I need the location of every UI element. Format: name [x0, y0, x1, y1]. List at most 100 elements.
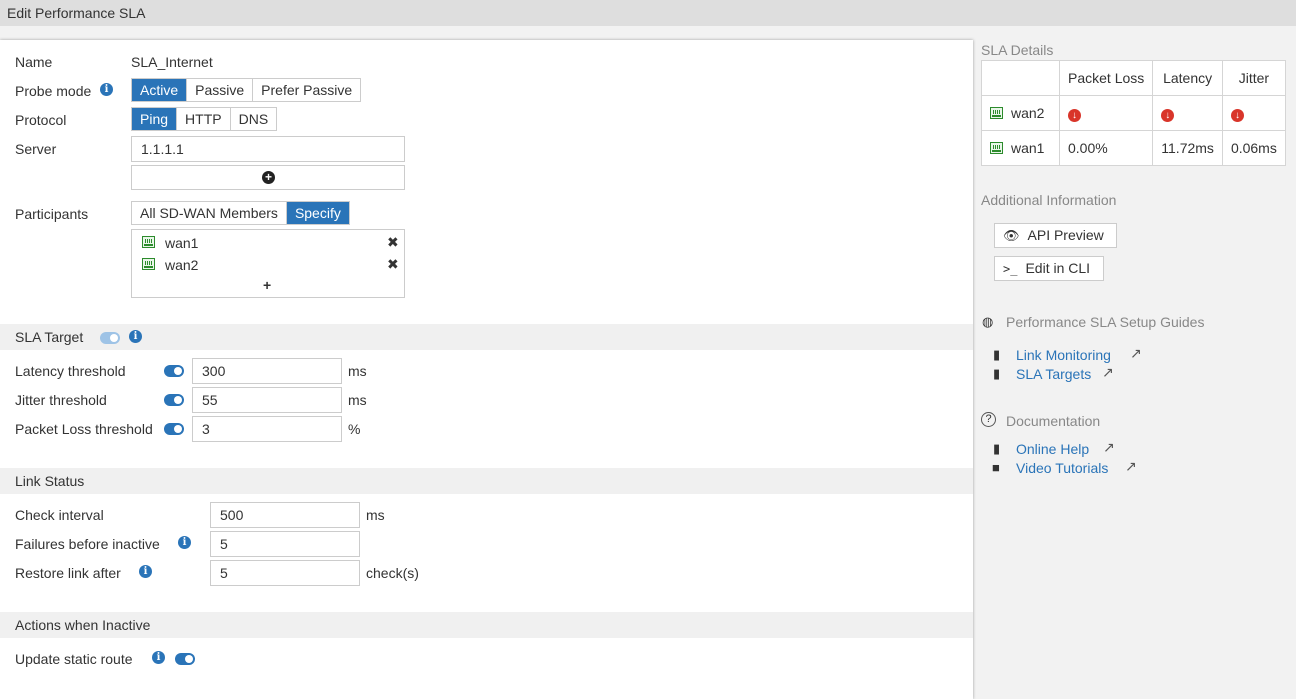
probe-mode-prefer-passive[interactable]: Prefer Passive [253, 79, 360, 101]
video-tutorials-link[interactable]: Video Tutorials [1016, 460, 1108, 476]
online-help-link[interactable]: Online Help [1016, 441, 1089, 457]
book-icon: ▮ [993, 441, 1001, 456]
jitter-threshold-toggle[interactable] [164, 394, 184, 406]
update-static-route-label: Update static route [15, 651, 133, 667]
sla-details-table: Packet Loss Latency Jitter wan2 ↓ ↓ ↓ wa… [981, 60, 1286, 166]
table-cell-interface: wan2 [981, 95, 1060, 131]
latency-threshold-toggle[interactable] [164, 365, 184, 377]
section-sla-target: SLA Target i [0, 324, 973, 350]
check-interval-label: Check interval [15, 507, 104, 523]
eye-icon: 👁 [1003, 228, 1020, 243]
probe-mode-label: Probe mode [15, 83, 92, 99]
packet-loss-threshold-label: Packet Loss threshold [15, 421, 153, 437]
participants-label: Participants [15, 206, 89, 222]
table-header: Packet Loss [1058, 60, 1154, 96]
update-static-route-toggle[interactable] [175, 653, 195, 665]
window-title: Edit Performance SLA [7, 5, 146, 21]
participants-selector: All SD-WAN Members Specify [131, 201, 350, 225]
restore-link-after-label: Restore link after [15, 565, 121, 581]
check-interval-input[interactable]: 500 [210, 502, 360, 528]
participants-specify[interactable]: Specify [286, 202, 349, 224]
protocol-dns[interactable]: DNS [231, 108, 277, 130]
table-header-row: Packet Loss Latency Jitter [981, 60, 1286, 96]
interface-name: wan2 [1011, 105, 1045, 121]
protocol-ping[interactable]: Ping [132, 108, 178, 130]
server-input[interactable]: 1.1.1.1 [131, 136, 405, 162]
name-label: Name [15, 54, 53, 70]
add-participant-button[interactable]: + [263, 277, 271, 293]
sla-target-toggle[interactable] [100, 332, 120, 344]
check-interval-unit: ms [366, 507, 385, 523]
failures-before-inactive-input[interactable]: 5 [210, 531, 360, 557]
latency-unit: ms [348, 363, 367, 379]
add-server-button[interactable]: + [131, 165, 405, 190]
status-down-icon: ↓ [1230, 108, 1244, 122]
participant-item: wan2 [165, 257, 199, 273]
interface-port-icon [142, 258, 155, 270]
info-icon[interactable]: i [129, 330, 142, 343]
probe-mode-active[interactable]: Active [132, 79, 188, 101]
table-header: Latency [1152, 60, 1223, 96]
protocol-label: Protocol [15, 112, 67, 128]
packet-loss-unit: % [348, 421, 361, 437]
remove-icon[interactable]: ✖ [387, 234, 399, 251]
edit-form-panel: Name SLA_Internet Probe mode i Active Pa… [0, 40, 973, 699]
protocol-http[interactable]: HTTP [177, 108, 231, 130]
jitter-threshold-input[interactable]: 55 [192, 387, 342, 413]
sla-details-title: SLA Details [981, 42, 1054, 58]
external-link-icon[interactable]: ↗ [1125, 458, 1137, 475]
restore-link-after-input[interactable]: 5 [210, 560, 360, 586]
packet-loss-threshold-toggle[interactable] [164, 423, 184, 435]
packet-loss-threshold-input[interactable]: 3 [192, 416, 342, 442]
jitter-unit: ms [348, 392, 367, 408]
protocol-selector: Ping HTTP DNS [131, 107, 278, 131]
failures-before-inactive-label: Failures before inactive [15, 536, 160, 552]
section-link-status: Link Status [0, 468, 973, 494]
guides-title: Performance SLA Setup Guides [1006, 314, 1205, 330]
status-down-icon: ↓ [1068, 108, 1081, 122]
external-link-icon[interactable]: ↗ [1130, 345, 1142, 362]
info-icon[interactable]: i [100, 83, 113, 96]
participant-item: wan1 [165, 235, 199, 251]
latency-threshold-input[interactable]: 300 [192, 358, 342, 384]
table-cell: 0.00% [1058, 130, 1154, 166]
status-down-icon: ↓ [1161, 108, 1175, 122]
info-icon[interactable]: i [139, 565, 152, 578]
info-icon[interactable]: i [152, 651, 165, 664]
window-titlebar: Edit Performance SLA [0, 0, 1296, 26]
interface-port-icon [990, 107, 1003, 119]
table-cell: ↓ [1058, 95, 1154, 131]
link-monitoring-link[interactable]: Link Monitoring [1016, 347, 1111, 363]
section-actions-when-inactive: Actions when Inactive [0, 612, 973, 638]
participants-list: wan1 ✖ wan2 ✖ + [131, 229, 405, 298]
question-circle-icon: ? [981, 412, 996, 427]
section-title: Link Status [15, 473, 85, 489]
video-camera-icon: ■ [992, 460, 1000, 475]
api-preview-button[interactable]: 👁 API Preview [994, 223, 1117, 248]
sla-targets-link[interactable]: SLA Targets [1016, 366, 1091, 382]
server-label: Server [15, 141, 57, 157]
table-cell-interface: wan1 [981, 130, 1060, 166]
globe-icon: ◍ [982, 314, 994, 329]
edit-in-cli-label: Edit in CLI [1025, 260, 1091, 276]
table-cell: 11.72ms [1152, 130, 1223, 166]
latency-threshold-label: Latency threshold [15, 363, 126, 379]
external-link-icon[interactable]: ↗ [1103, 439, 1115, 456]
probe-mode-passive[interactable]: Passive [187, 79, 254, 101]
plus-circle-icon: + [262, 171, 275, 184]
book-icon: ▮ [993, 366, 1001, 381]
remove-icon[interactable]: ✖ [387, 256, 399, 273]
restore-link-unit: check(s) [366, 565, 419, 581]
name-value: SLA_Internet [131, 54, 213, 70]
table-cell: 0.06ms [1221, 130, 1286, 166]
participants-all-members[interactable]: All SD-WAN Members [132, 202, 287, 224]
table-row: wan1 0.00% 11.72ms 0.06ms [981, 130, 1286, 166]
table-cell: ↓ [1221, 95, 1286, 131]
edit-in-cli-button[interactable]: >_ Edit in CLI [994, 256, 1104, 281]
external-link-icon[interactable]: ↗ [1102, 364, 1114, 381]
book-icon: ▮ [993, 347, 1001, 362]
table-cell: ↓ [1152, 95, 1223, 131]
interface-port-icon [142, 236, 155, 248]
table-row: wan2 ↓ ↓ ↓ [981, 95, 1286, 131]
info-icon[interactable]: i [178, 536, 191, 549]
